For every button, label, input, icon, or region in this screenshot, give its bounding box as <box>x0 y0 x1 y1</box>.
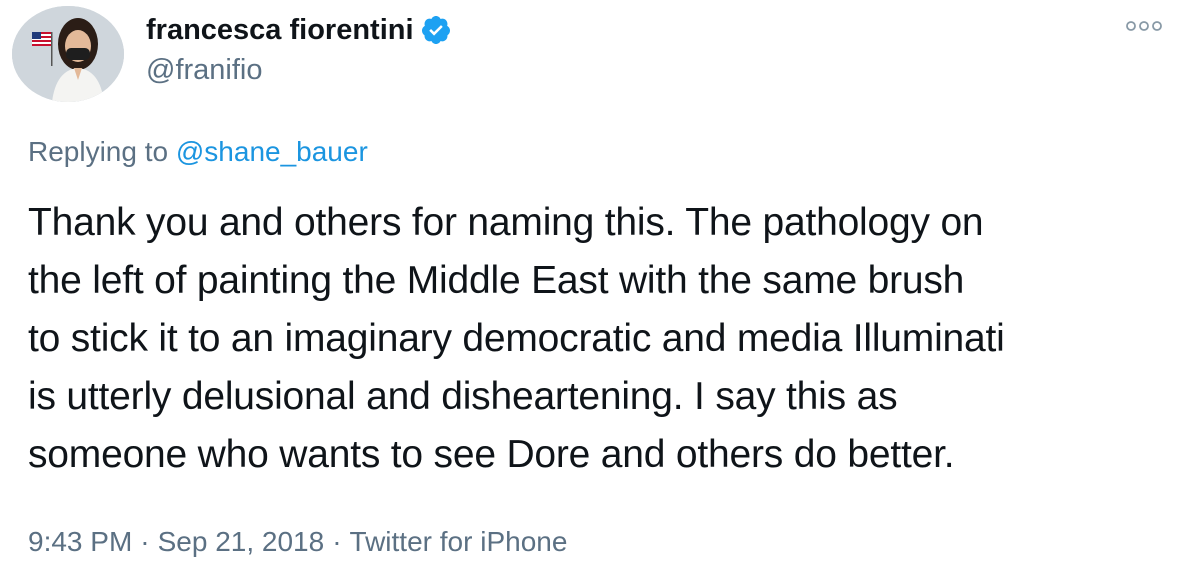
avatar-photo <box>12 6 124 102</box>
tweet-date[interactable]: Sep 21, 2018 <box>158 526 325 557</box>
tweet-text: Thank you and others for naming this. Th… <box>28 194 1168 484</box>
reply-mention-link[interactable]: @shane_bauer <box>176 136 368 167</box>
tweet-text-line: is utterly delusional and disheartening.… <box>28 375 898 418</box>
more-options-icon[interactable] <box>1124 16 1164 36</box>
author-name[interactable]: francesca fiorentini <box>146 12 414 48</box>
replying-to: Replying to @shane_bauer <box>28 134 368 170</box>
tweet-source-link[interactable]: Twitter for iPhone <box>350 526 568 557</box>
tweet-text-line: Thank you and others for naming this. Th… <box>28 201 984 244</box>
tweet-text-line: someone who wants to see Dore and others… <box>28 433 955 476</box>
author-handle[interactable]: @franifio <box>146 52 262 88</box>
meta-separator: · <box>140 526 150 557</box>
tweet-time[interactable]: 9:43 PM <box>28 526 132 557</box>
meta-separator: · <box>332 526 342 557</box>
tweet-metadata: 9:43 PM · Sep 21, 2018 · Twitter for iPhone <box>28 524 567 560</box>
tweet-text-line: the left of painting the Middle East wit… <box>28 259 965 302</box>
author-name-row[interactable]: francesca fiorentini <box>146 12 452 48</box>
tweet-card: francesca fiorentini @franifio Replying … <box>0 0 1182 572</box>
tweet-text-line: to stick it to an imaginary democratic a… <box>28 317 1005 360</box>
avatar[interactable] <box>12 6 124 102</box>
verified-badge-icon <box>420 14 452 46</box>
replying-to-label: Replying to <box>28 136 176 167</box>
